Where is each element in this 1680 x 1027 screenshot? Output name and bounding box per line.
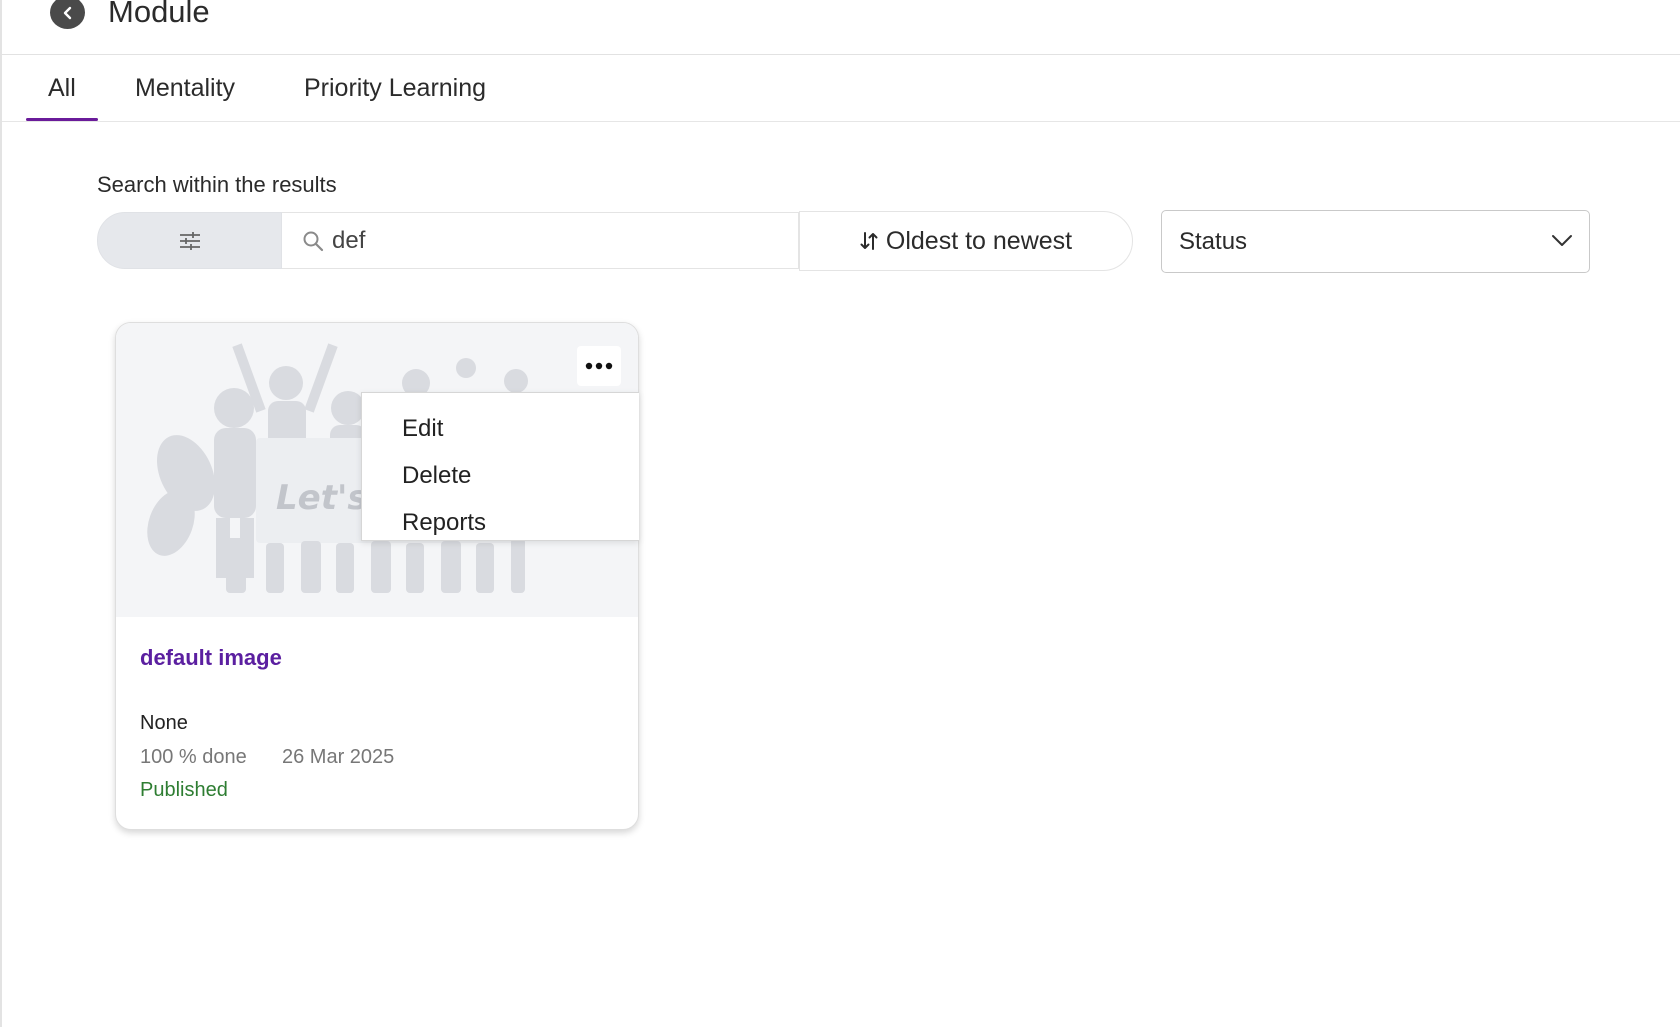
menu-item-reports[interactable]: Reports: [402, 509, 486, 537]
tab-priority-learning[interactable]: Priority Learning: [304, 56, 486, 121]
sliders-icon: [179, 231, 200, 250]
page-header: Module: [2, 0, 1680, 55]
left-border: [0, 0, 2, 1027]
menu-item-edit[interactable]: Edit: [402, 415, 443, 443]
status-select[interactable]: Status: [1161, 210, 1590, 273]
back-button[interactable]: [50, 0, 85, 29]
card-date: 26 Mar 2025: [282, 746, 395, 768]
search-label: Search within the results: [97, 172, 337, 197]
page-title: Module: [108, 0, 210, 29]
card-title[interactable]: default image: [140, 645, 282, 671]
search-box: [282, 212, 799, 269]
card-options-menu: Edit Delete Reports: [361, 392, 639, 541]
more-options-button[interactable]: [577, 346, 621, 386]
chevron-left-icon: [63, 6, 71, 19]
sort-label: Oldest to newest: [885, 226, 1073, 255]
tab-mentality[interactable]: Mentality: [135, 56, 235, 121]
menu-item-delete[interactable]: Delete: [402, 462, 471, 490]
search-input[interactable]: [332, 226, 772, 255]
card-progress: 100 % done: [140, 746, 247, 768]
card-status: Published: [140, 779, 228, 801]
sort-button[interactable]: Oldest to newest: [799, 211, 1133, 271]
more-horizontal-icon: [585, 362, 613, 370]
status-select-label: Status: [1179, 227, 1248, 255]
filter-button[interactable]: [97, 212, 282, 269]
card-category: None: [140, 712, 188, 734]
tab-all[interactable]: All: [26, 56, 98, 121]
chevron-down-icon: [1552, 235, 1572, 246]
sort-arrows-icon: [860, 232, 878, 250]
search-icon: [302, 230, 324, 252]
tab-bar: All Mentality Priority Learning: [2, 56, 1680, 122]
